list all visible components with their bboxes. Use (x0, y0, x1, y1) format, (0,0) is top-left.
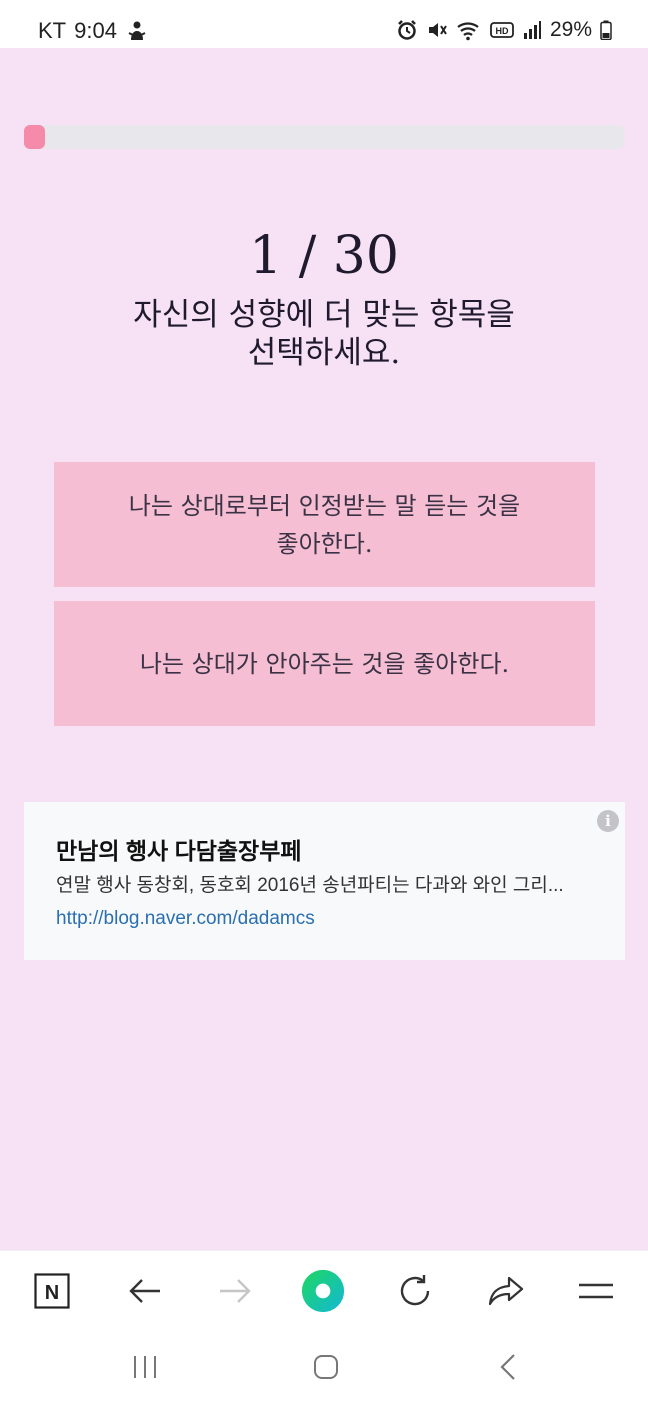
ad-banner[interactable]: i 만남의 행사 다담출장부페 연말 행사 동창회, 동호회 2016년 송년파… (24, 802, 625, 960)
ad-description: 연말 행사 동창회, 동호회 2016년 송년파티는 다과와 와인 그리... (56, 875, 564, 896)
back-arrow-icon[interactable] (123, 1269, 167, 1313)
notification-icon (127, 20, 147, 42)
forward-arrow-icon[interactable] (213, 1269, 257, 1313)
battery-icon (600, 20, 612, 40)
ad-title[interactable]: 만남의 행사 다담출장부페 (56, 832, 302, 866)
question-counter: 1 / 30 (249, 226, 399, 286)
progress-bar (24, 125, 624, 149)
choice-1-text: 나는 상대로부터 인정받는 말 듣는 것을 좋아한다. (129, 487, 520, 563)
choice-1-line-1: 나는 상대로부터 인정받는 말 듣는 것을 (128, 491, 521, 520)
clock: 9:04 (74, 18, 117, 43)
mute-icon (426, 19, 448, 41)
instruction-line-2: 선택하세요. (247, 335, 401, 371)
share-icon[interactable] (484, 1269, 528, 1313)
quiz-page: 1 / 30 자신의 성향에 더 맞는 항목을 선택하세요. 나는 상대로부터 … (0, 48, 648, 1250)
browser-toolbar: N (0, 1250, 648, 1331)
hd-icon: HD (490, 21, 514, 39)
choice-1-line-2: 좋아한다. (276, 529, 373, 558)
system-navigation-bar (0, 1330, 648, 1404)
home-letter: N (45, 1282, 59, 1304)
back-icon[interactable] (488, 1350, 528, 1384)
status-right: HD 29% (396, 18, 612, 42)
question-instruction: 자신의 성향에 더 맞는 항목을 선택하세요. (80, 296, 568, 372)
alarm-icon (396, 19, 418, 41)
svg-text:HD: HD (495, 26, 508, 36)
signal-icon (522, 20, 542, 40)
green-dot-icon[interactable] (301, 1269, 345, 1313)
choice-button-2[interactable]: 나는 상대가 안아주는 것을 좋아한다. (54, 601, 595, 726)
menu-icon[interactable] (574, 1269, 618, 1313)
ad-info-icon[interactable]: i (597, 810, 619, 832)
choice-button-1[interactable]: 나는 상대로부터 인정받는 말 듣는 것을 좋아한다. (54, 462, 595, 587)
ad-url-link[interactable]: http://blog.naver.com/dadamcs (56, 908, 315, 930)
naver-home-icon[interactable]: N (30, 1269, 74, 1313)
carrier-label: KT (38, 18, 67, 43)
home-icon[interactable] (306, 1350, 346, 1384)
status-left: KT 9:04 (38, 18, 147, 44)
wifi-icon (456, 19, 482, 41)
recent-apps-icon[interactable] (125, 1350, 165, 1384)
battery-percent: 29% (549, 18, 592, 41)
reload-icon[interactable] (393, 1269, 437, 1313)
instruction-line-1: 자신의 성향에 더 맞는 항목을 (133, 297, 515, 333)
status-bar: KT 9:04 HD 29% (0, 0, 648, 48)
progress-fill (24, 125, 45, 149)
choice-2-text: 나는 상대가 안아주는 것을 좋아한다. (139, 649, 510, 678)
